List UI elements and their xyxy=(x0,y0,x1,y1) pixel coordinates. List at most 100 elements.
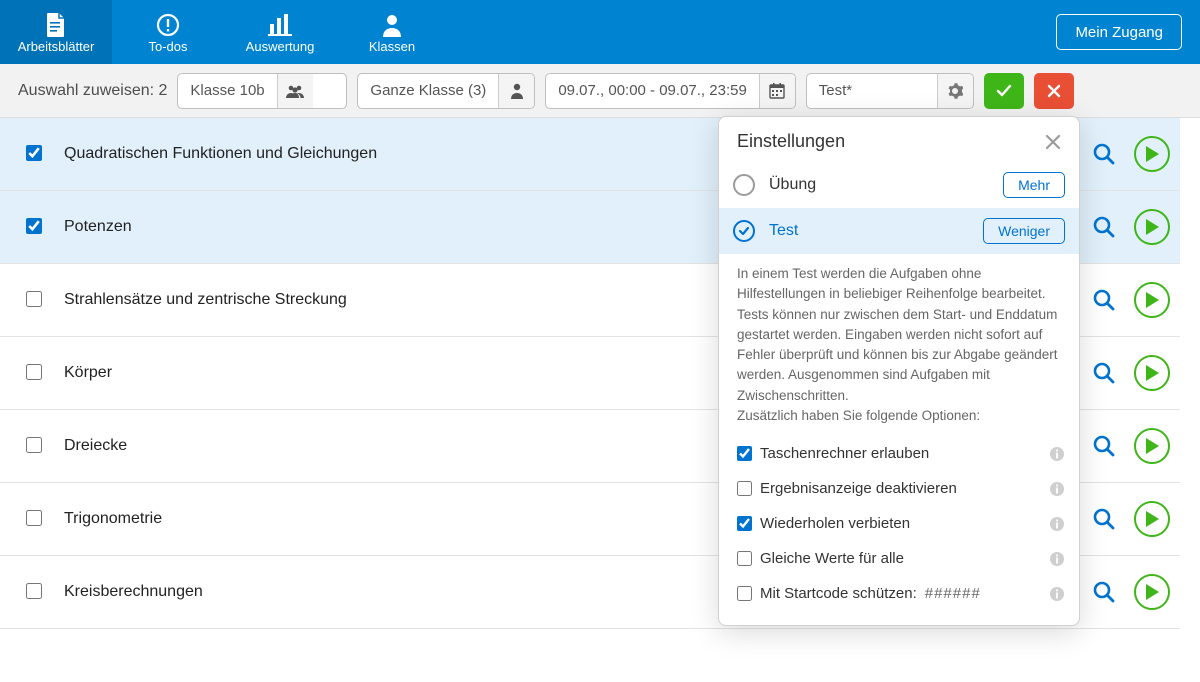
group-value: Ganze Klasse (3) xyxy=(358,74,498,108)
play-icon xyxy=(1145,511,1159,527)
settings-popover: Einstellungen Übung Mehr Test Weniger In… xyxy=(718,116,1080,626)
option-label: Gleiche Werte für alle xyxy=(760,550,904,567)
option-row[interactable]: Taschenrechner erlauben xyxy=(737,436,1065,471)
date-picker[interactable]: 09.07., 00:00 - 09.07., 23:59 xyxy=(545,73,795,109)
start-button[interactable] xyxy=(1134,574,1170,610)
option-startcode[interactable]: Mit Startcode schützen: ###### xyxy=(737,576,1065,611)
mode-exercise-label: Übung xyxy=(769,176,816,194)
info-icon[interactable] xyxy=(1049,446,1065,462)
radio-unchecked-icon xyxy=(733,174,755,196)
confirm-button[interactable] xyxy=(984,73,1024,109)
worksheet-title: Potenzen xyxy=(64,218,132,236)
document-icon xyxy=(45,11,67,39)
preview-button[interactable] xyxy=(1092,142,1116,166)
tab-reports[interactable]: Auswertung xyxy=(224,0,336,64)
worksheet-title: Trigonometrie xyxy=(64,510,162,528)
preview-button[interactable] xyxy=(1092,580,1116,604)
option-label: Taschenrechner erlauben xyxy=(760,445,929,462)
worksheet-checkbox[interactable] xyxy=(26,145,42,164)
tab-label: Klassen xyxy=(369,39,415,54)
worksheet-title: Körper xyxy=(64,364,112,382)
my-account-button[interactable]: Mein Zugang xyxy=(1056,14,1182,50)
settings-options: Taschenrechner erlauben Ergebnisanzeige … xyxy=(719,432,1079,625)
mode-value: Test* xyxy=(807,74,937,108)
preview-button[interactable] xyxy=(1092,434,1116,458)
mode-picker[interactable]: Test* xyxy=(806,73,974,109)
check-icon xyxy=(994,81,1014,101)
preview-button[interactable] xyxy=(1092,215,1116,239)
tab-label: Auswertung xyxy=(246,39,315,54)
start-button[interactable] xyxy=(1134,209,1170,245)
bars-icon xyxy=(268,11,292,39)
start-button[interactable] xyxy=(1134,136,1170,172)
preview-button[interactable] xyxy=(1092,361,1116,385)
worksheet-title: Quadratischen Funktionen und Gleichungen xyxy=(64,145,377,163)
option-checkbox[interactable] xyxy=(737,551,752,566)
option-checkbox[interactable] xyxy=(737,481,752,496)
worksheet-title: Dreiecke xyxy=(64,437,127,455)
option-startcode-label: Mit Startcode schützen: xyxy=(760,585,917,602)
tab-label: To-dos xyxy=(148,39,187,54)
mode-test[interactable]: Test Weniger xyxy=(719,208,1079,254)
assignment-toolbar: Auswahl zuweisen: 2 Klasse 10b Ganze Kla… xyxy=(0,64,1200,118)
worksheet-title: Kreisberechnungen xyxy=(64,583,203,601)
tab-todos[interactable]: To-dos xyxy=(112,0,224,64)
settings-description: In einem Test werden die Aufgaben ohne H… xyxy=(719,254,1079,432)
preview-button[interactable] xyxy=(1092,288,1116,312)
worksheet-checkbox[interactable] xyxy=(26,218,42,237)
assign-count-label: Auswahl zuweisen: 2 xyxy=(18,82,167,100)
worksheet-checkbox[interactable] xyxy=(26,583,42,602)
start-button[interactable] xyxy=(1134,501,1170,537)
play-icon xyxy=(1145,438,1159,454)
option-startcode-checkbox[interactable] xyxy=(737,586,752,601)
play-icon xyxy=(1145,219,1159,235)
start-button[interactable] xyxy=(1134,282,1170,318)
info-icon[interactable] xyxy=(1049,516,1065,532)
option-label: Wiederholen verbieten xyxy=(760,515,910,532)
play-icon xyxy=(1145,146,1159,162)
group-picker[interactable]: Ganze Klasse (3) xyxy=(357,73,535,109)
worksheet-title: Strahlensätze und zentrische Streckung xyxy=(64,291,347,309)
group-icon xyxy=(277,74,313,108)
play-icon xyxy=(1145,584,1159,600)
top-navigation: Arbeitsblätter To-dos Auswertung Klassen… xyxy=(0,0,1200,64)
date-value: 09.07., 00:00 - 09.07., 23:59 xyxy=(546,74,758,108)
popover-close-button[interactable] xyxy=(1043,132,1063,152)
preview-button[interactable] xyxy=(1092,507,1116,531)
play-icon xyxy=(1145,292,1159,308)
option-row[interactable]: Wiederholen verbieten xyxy=(737,506,1065,541)
info-icon[interactable] xyxy=(1049,551,1065,567)
startcode-value: ###### xyxy=(925,585,981,602)
cancel-button[interactable] xyxy=(1034,73,1074,109)
option-row[interactable]: Ergebnisanzeige deaktivieren xyxy=(737,471,1065,506)
mode-exercise[interactable]: Übung Mehr xyxy=(719,162,1079,208)
option-row[interactable]: Gleiche Werte für alle xyxy=(737,541,1065,576)
info-icon[interactable] xyxy=(1049,586,1065,602)
account-label: Mein Zugang xyxy=(1075,24,1163,41)
mode-test-less-button[interactable]: Weniger xyxy=(983,218,1065,244)
alert-icon xyxy=(156,11,180,39)
tab-classes[interactable]: Klassen xyxy=(336,0,448,64)
radio-checked-icon xyxy=(733,220,755,242)
worksheet-checkbox[interactable] xyxy=(26,291,42,310)
mode-exercise-more-button[interactable]: Mehr xyxy=(1003,172,1065,198)
option-label: Ergebnisanzeige deaktivieren xyxy=(760,480,957,497)
start-button[interactable] xyxy=(1134,355,1170,391)
info-icon[interactable] xyxy=(1049,481,1065,497)
person-icon xyxy=(498,74,534,108)
tab-worksheets[interactable]: Arbeitsblätter xyxy=(0,0,112,64)
option-checkbox[interactable] xyxy=(737,446,752,461)
class-picker[interactable]: Klasse 10b xyxy=(177,73,347,109)
mode-test-label: Test xyxy=(769,222,798,240)
user-icon xyxy=(381,11,403,39)
option-checkbox[interactable] xyxy=(737,516,752,531)
close-icon xyxy=(1045,82,1063,100)
class-value: Klasse 10b xyxy=(178,74,276,108)
worksheet-checkbox[interactable] xyxy=(26,364,42,383)
calendar-icon xyxy=(759,74,795,108)
tab-label: Arbeitsblätter xyxy=(18,39,95,54)
play-icon xyxy=(1145,365,1159,381)
worksheet-checkbox[interactable] xyxy=(26,437,42,456)
start-button[interactable] xyxy=(1134,428,1170,464)
worksheet-checkbox[interactable] xyxy=(26,510,42,529)
